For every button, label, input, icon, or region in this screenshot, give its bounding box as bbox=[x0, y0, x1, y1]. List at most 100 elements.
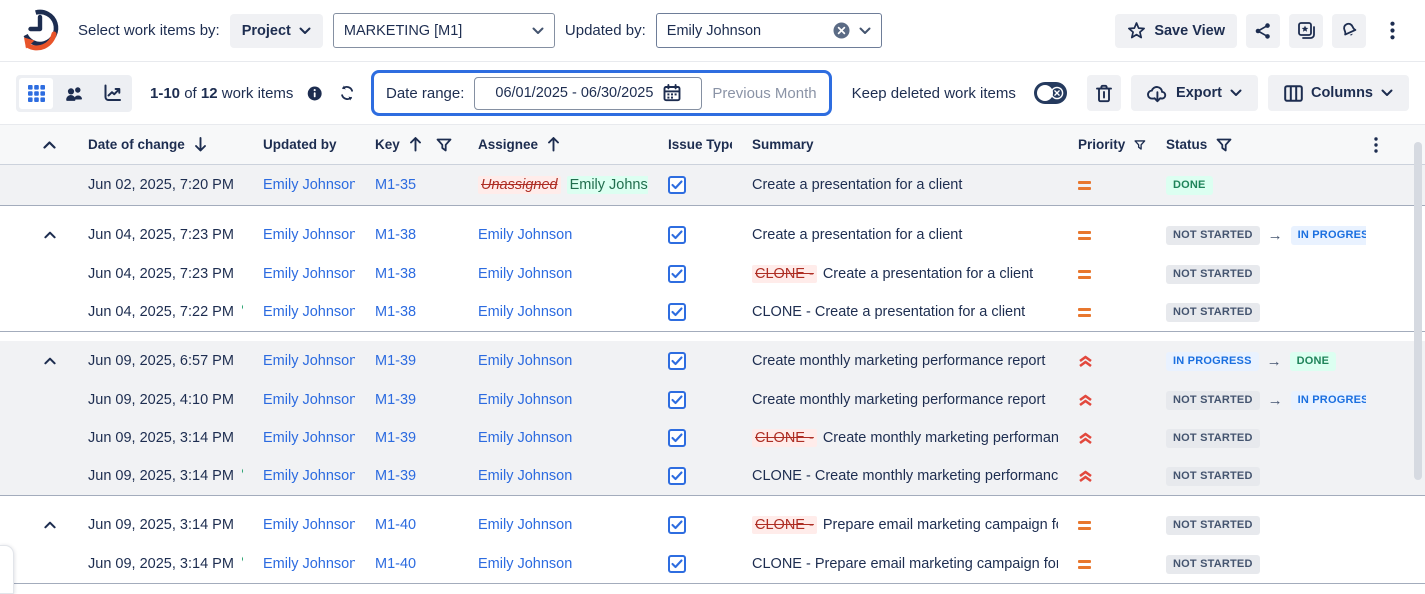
header-date-of-change[interactable]: Date of change bbox=[68, 137, 243, 152]
select-mode-button[interactable]: Project bbox=[230, 14, 323, 48]
count-of: of bbox=[184, 85, 197, 102]
updated-by-link[interactable]: Emily Johnson bbox=[263, 266, 355, 282]
updated-by-link[interactable]: Emily Johnson bbox=[263, 556, 355, 572]
table-row[interactable]: Jun 04, 2025, 7:23 PMEmily JohnsonM1-38E… bbox=[0, 215, 1425, 255]
work-item-key-link[interactable]: M1-39 bbox=[375, 468, 416, 484]
people-view-button[interactable] bbox=[57, 78, 91, 109]
updated-by-link[interactable]: Emily Johnson bbox=[263, 430, 355, 446]
saved-views-button[interactable] bbox=[1289, 14, 1323, 48]
date-range-input[interactable]: 06/01/2025 - 06/30/2025 bbox=[474, 77, 702, 110]
header-assignee[interactable]: Assignee bbox=[458, 137, 648, 152]
header-updated-by[interactable]: Updated by bbox=[243, 137, 355, 152]
vertical-scrollbar[interactable] bbox=[1414, 142, 1422, 480]
columns-button[interactable]: Columns bbox=[1268, 75, 1409, 111]
keep-deleted-label: Keep deleted work items bbox=[852, 85, 1016, 102]
work-item-key-link[interactable]: M1-40 bbox=[375, 517, 416, 533]
chevron-up-icon bbox=[43, 141, 56, 149]
table-row[interactable]: Jun 09, 2025, 3:14 PMEmily JohnsonM1-40E… bbox=[0, 505, 1425, 545]
clear-filter-icon[interactable] bbox=[833, 22, 850, 39]
chevron-down-icon bbox=[532, 27, 544, 35]
table-row[interactable]: Jun 09, 2025, 3:14 PMEmily JohnsonM1-39E… bbox=[0, 457, 1425, 495]
assignee-link[interactable]: Emily Johnson bbox=[478, 430, 572, 446]
priority-medium-icon bbox=[1078, 270, 1091, 279]
delete-button[interactable] bbox=[1087, 75, 1121, 111]
assignee-link[interactable]: Emily Johnson bbox=[478, 353, 572, 369]
chart-view-button[interactable] bbox=[95, 78, 129, 109]
calendar-icon[interactable] bbox=[663, 84, 681, 102]
info-icon[interactable] bbox=[307, 84, 322, 103]
sort-asc-icon bbox=[547, 137, 560, 152]
bell-icon bbox=[1340, 21, 1359, 40]
table-row[interactable]: Jun 04, 2025, 7:22 PMEmily JohnsonM1-38E… bbox=[0, 293, 1425, 331]
assignee-link[interactable]: Emily Johnson bbox=[478, 227, 572, 243]
header-issue-type[interactable]: Issue Type bbox=[648, 137, 732, 152]
keep-deleted-toggle[interactable] bbox=[1034, 82, 1067, 104]
header-status[interactable]: Status bbox=[1146, 137, 1366, 152]
updated-by-link[interactable]: Emily Johnson bbox=[263, 392, 355, 408]
table-view-button[interactable] bbox=[19, 78, 53, 109]
header-summary[interactable]: Summary bbox=[732, 137, 1058, 152]
change-date: Jun 09, 2025, 3:14 PM bbox=[88, 430, 234, 446]
updated-by-link[interactable]: Emily Johnson bbox=[263, 353, 355, 369]
work-item-key-link[interactable]: M1-39 bbox=[375, 353, 416, 369]
project-select-value: MARKETING [M1] bbox=[344, 23, 462, 39]
row-collapse-icon[interactable] bbox=[44, 521, 56, 529]
updated-by-link[interactable]: Emily Johnson bbox=[263, 304, 355, 320]
filter-icon[interactable] bbox=[436, 138, 452, 152]
work-item-key-link[interactable]: M1-38 bbox=[375, 266, 416, 282]
people-view-icon bbox=[65, 85, 84, 102]
priority-high-icon bbox=[1078, 469, 1093, 483]
share-button[interactable] bbox=[1246, 14, 1280, 48]
table-row[interactable]: Jun 09, 2025, 3:14 PM Emily Johnson M1-39 E… bbox=[0, 419, 1425, 457]
filter-icon[interactable] bbox=[1134, 138, 1146, 152]
assignee-link[interactable]: Emily Johnson bbox=[478, 304, 572, 320]
notifications-button[interactable] bbox=[1332, 14, 1366, 48]
assignee-link[interactable]: Emily Johnson bbox=[478, 517, 572, 533]
updated-by-link[interactable]: Emily Johnson bbox=[263, 177, 355, 193]
assignee-link[interactable]: Emily Johnson bbox=[478, 468, 572, 484]
updated-by-link[interactable]: Emily Johnson bbox=[263, 468, 355, 484]
updated-by-link[interactable]: Emily Johnson bbox=[263, 517, 355, 533]
updated-by-link[interactable]: Emily Johnson bbox=[263, 227, 355, 243]
row-collapse-icon[interactable] bbox=[44, 357, 56, 365]
more-actions-button[interactable] bbox=[1375, 14, 1409, 48]
export-button[interactable]: Export bbox=[1131, 75, 1258, 111]
collapse-all-button[interactable] bbox=[0, 141, 68, 149]
priority-medium-icon bbox=[1078, 181, 1091, 190]
summary-text: CLONE - Prepare email marketing campaign… bbox=[752, 556, 1058, 572]
assignee-link[interactable]: Emily Johnson bbox=[478, 392, 572, 408]
project-select[interactable]: MARKETING [M1] bbox=[333, 13, 555, 48]
work-item-key-link[interactable]: M1-39 bbox=[375, 392, 416, 408]
work-item-key-link[interactable]: M1-38 bbox=[375, 227, 416, 243]
table-row[interactable]: Jun 09, 2025, 6:57 PMEmily JohnsonM1-39E… bbox=[0, 341, 1425, 381]
header-priority[interactable]: Priority bbox=[1058, 137, 1146, 152]
refresh-icon[interactable] bbox=[339, 83, 355, 103]
table-body: Jun 02, 2025, 7:20 PMEmily JohnsonM1-35U… bbox=[0, 165, 1425, 584]
table-row[interactable]: Jun 04, 2025, 7:23 PMEmily JohnsonM1-38E… bbox=[0, 255, 1425, 293]
work-item-key-link[interactable]: M1-39 bbox=[375, 430, 416, 446]
work-item-key-link[interactable]: M1-35 bbox=[375, 177, 416, 193]
status-badge: NOT STARTED bbox=[1166, 265, 1260, 284]
table-row[interactable]: Jun 09, 2025, 4:10 PMEmily JohnsonM1-39E… bbox=[0, 381, 1425, 419]
kebab-menu-icon bbox=[1374, 137, 1378, 153]
header-key[interactable]: Key bbox=[355, 137, 458, 152]
view-mode-switcher bbox=[16, 75, 132, 112]
status-badge: NOT STARTED bbox=[1166, 555, 1260, 574]
work-item-key-link[interactable]: M1-38 bbox=[375, 304, 416, 320]
save-view-button[interactable]: Save View bbox=[1115, 14, 1237, 48]
assignee-link[interactable]: Emily Johnson bbox=[478, 266, 572, 282]
feedback-side-tab[interactable] bbox=[0, 545, 14, 594]
filter-icon[interactable] bbox=[1216, 138, 1232, 152]
columns-label: Columns bbox=[1311, 85, 1373, 101]
work-item-key-link[interactable]: M1-40 bbox=[375, 556, 416, 572]
previous-month-label[interactable]: Previous Month bbox=[712, 85, 816, 102]
table-row[interactable]: Jun 02, 2025, 7:20 PMEmily JohnsonM1-35U… bbox=[0, 165, 1425, 205]
row-collapse-icon[interactable] bbox=[44, 231, 56, 239]
table-row[interactable]: Jun 09, 2025, 3:14 PMEmily JohnsonM1-40E… bbox=[0, 545, 1425, 583]
export-label: Export bbox=[1176, 85, 1222, 101]
work-item-group: Jun 02, 2025, 7:20 PMEmily JohnsonM1-35U… bbox=[0, 165, 1425, 206]
work-item-group: Jun 09, 2025, 3:14 PMEmily JohnsonM1-40E… bbox=[0, 505, 1425, 584]
assignee-link[interactable]: Emily Johnson bbox=[478, 556, 572, 572]
updated-by-select[interactable]: Emily Johnson bbox=[656, 13, 882, 48]
kebab-menu-icon bbox=[1390, 21, 1395, 40]
